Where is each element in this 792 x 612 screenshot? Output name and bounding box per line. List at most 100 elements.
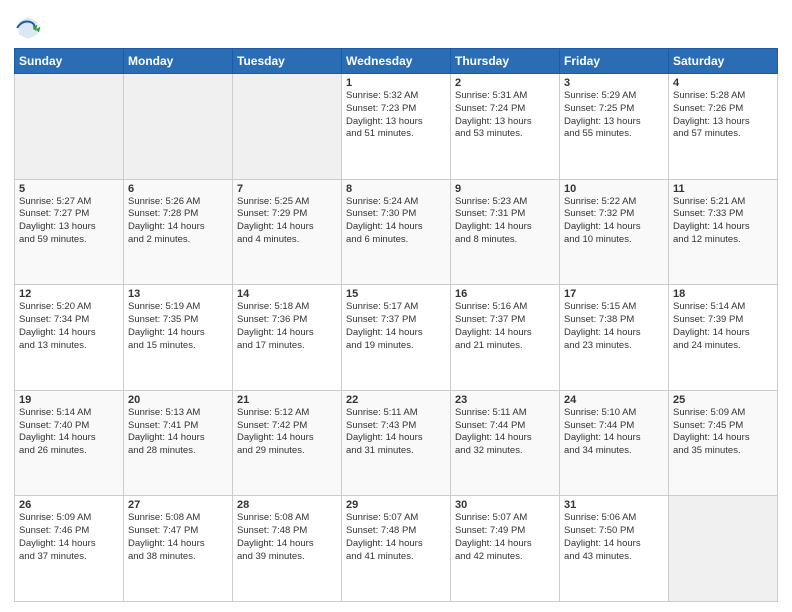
weekday-header-tuesday: Tuesday bbox=[233, 49, 342, 74]
day-info: Sunrise: 5:06 AM Sunset: 7:50 PM Dayligh… bbox=[564, 512, 664, 563]
day-info: Sunrise: 5:25 AM Sunset: 7:29 PM Dayligh… bbox=[237, 196, 337, 247]
day-number: 2 bbox=[455, 77, 555, 89]
calendar-cell: 8Sunrise: 5:24 AM Sunset: 7:30 PM Daylig… bbox=[342, 179, 451, 285]
day-info: Sunrise: 5:19 AM Sunset: 7:35 PM Dayligh… bbox=[128, 301, 228, 352]
day-info: Sunrise: 5:07 AM Sunset: 7:48 PM Dayligh… bbox=[346, 512, 446, 563]
calendar-cell: 13Sunrise: 5:19 AM Sunset: 7:35 PM Dayli… bbox=[124, 285, 233, 391]
day-number: 22 bbox=[346, 394, 446, 406]
day-info: Sunrise: 5:24 AM Sunset: 7:30 PM Dayligh… bbox=[346, 196, 446, 247]
day-number: 29 bbox=[346, 499, 446, 511]
day-info: Sunrise: 5:16 AM Sunset: 7:37 PM Dayligh… bbox=[455, 301, 555, 352]
weekday-header-friday: Friday bbox=[560, 49, 669, 74]
calendar-cell bbox=[124, 74, 233, 180]
day-info: Sunrise: 5:18 AM Sunset: 7:36 PM Dayligh… bbox=[237, 301, 337, 352]
day-number: 12 bbox=[19, 288, 119, 300]
day-info: Sunrise: 5:11 AM Sunset: 7:43 PM Dayligh… bbox=[346, 407, 446, 458]
day-number: 20 bbox=[128, 394, 228, 406]
calendar-cell: 31Sunrise: 5:06 AM Sunset: 7:50 PM Dayli… bbox=[560, 496, 669, 602]
weekday-header-row: SundayMondayTuesdayWednesdayThursdayFrid… bbox=[15, 49, 778, 74]
day-info: Sunrise: 5:28 AM Sunset: 7:26 PM Dayligh… bbox=[673, 90, 773, 141]
calendar-cell: 27Sunrise: 5:08 AM Sunset: 7:47 PM Dayli… bbox=[124, 496, 233, 602]
calendar-cell: 12Sunrise: 5:20 AM Sunset: 7:34 PM Dayli… bbox=[15, 285, 124, 391]
calendar-cell: 30Sunrise: 5:07 AM Sunset: 7:49 PM Dayli… bbox=[451, 496, 560, 602]
week-row-5: 26Sunrise: 5:09 AM Sunset: 7:46 PM Dayli… bbox=[15, 496, 778, 602]
day-number: 26 bbox=[19, 499, 119, 511]
day-number: 27 bbox=[128, 499, 228, 511]
calendar-cell: 3Sunrise: 5:29 AM Sunset: 7:25 PM Daylig… bbox=[560, 74, 669, 180]
day-info: Sunrise: 5:08 AM Sunset: 7:48 PM Dayligh… bbox=[237, 512, 337, 563]
calendar-cell: 9Sunrise: 5:23 AM Sunset: 7:31 PM Daylig… bbox=[451, 179, 560, 285]
day-info: Sunrise: 5:31 AM Sunset: 7:24 PM Dayligh… bbox=[455, 90, 555, 141]
day-number: 19 bbox=[19, 394, 119, 406]
calendar-cell: 11Sunrise: 5:21 AM Sunset: 7:33 PM Dayli… bbox=[669, 179, 778, 285]
logo-icon bbox=[14, 14, 42, 42]
day-info: Sunrise: 5:27 AM Sunset: 7:27 PM Dayligh… bbox=[19, 196, 119, 247]
day-info: Sunrise: 5:12 AM Sunset: 7:42 PM Dayligh… bbox=[237, 407, 337, 458]
calendar-cell: 18Sunrise: 5:14 AM Sunset: 7:39 PM Dayli… bbox=[669, 285, 778, 391]
day-number: 5 bbox=[19, 183, 119, 195]
day-number: 15 bbox=[346, 288, 446, 300]
day-number: 16 bbox=[455, 288, 555, 300]
calendar-cell: 7Sunrise: 5:25 AM Sunset: 7:29 PM Daylig… bbox=[233, 179, 342, 285]
calendar-cell: 15Sunrise: 5:17 AM Sunset: 7:37 PM Dayli… bbox=[342, 285, 451, 391]
calendar-cell: 1Sunrise: 5:32 AM Sunset: 7:23 PM Daylig… bbox=[342, 74, 451, 180]
day-info: Sunrise: 5:26 AM Sunset: 7:28 PM Dayligh… bbox=[128, 196, 228, 247]
day-info: Sunrise: 5:15 AM Sunset: 7:38 PM Dayligh… bbox=[564, 301, 664, 352]
day-number: 17 bbox=[564, 288, 664, 300]
day-number: 28 bbox=[237, 499, 337, 511]
day-number: 14 bbox=[237, 288, 337, 300]
day-number: 11 bbox=[673, 183, 773, 195]
calendar-cell bbox=[15, 74, 124, 180]
day-info: Sunrise: 5:13 AM Sunset: 7:41 PM Dayligh… bbox=[128, 407, 228, 458]
day-number: 8 bbox=[346, 183, 446, 195]
calendar-cell: 5Sunrise: 5:27 AM Sunset: 7:27 PM Daylig… bbox=[15, 179, 124, 285]
calendar-cell: 6Sunrise: 5:26 AM Sunset: 7:28 PM Daylig… bbox=[124, 179, 233, 285]
day-number: 25 bbox=[673, 394, 773, 406]
calendar-cell: 24Sunrise: 5:10 AM Sunset: 7:44 PM Dayli… bbox=[560, 390, 669, 496]
calendar-cell: 22Sunrise: 5:11 AM Sunset: 7:43 PM Dayli… bbox=[342, 390, 451, 496]
day-number: 21 bbox=[237, 394, 337, 406]
calendar-cell: 2Sunrise: 5:31 AM Sunset: 7:24 PM Daylig… bbox=[451, 74, 560, 180]
day-info: Sunrise: 5:14 AM Sunset: 7:40 PM Dayligh… bbox=[19, 407, 119, 458]
day-number: 9 bbox=[455, 183, 555, 195]
weekday-header-monday: Monday bbox=[124, 49, 233, 74]
day-number: 30 bbox=[455, 499, 555, 511]
calendar-cell: 19Sunrise: 5:14 AM Sunset: 7:40 PM Dayli… bbox=[15, 390, 124, 496]
logo bbox=[14, 14, 44, 42]
calendar-cell: 10Sunrise: 5:22 AM Sunset: 7:32 PM Dayli… bbox=[560, 179, 669, 285]
week-row-2: 5Sunrise: 5:27 AM Sunset: 7:27 PM Daylig… bbox=[15, 179, 778, 285]
day-number: 7 bbox=[237, 183, 337, 195]
day-info: Sunrise: 5:29 AM Sunset: 7:25 PM Dayligh… bbox=[564, 90, 664, 141]
weekday-header-wednesday: Wednesday bbox=[342, 49, 451, 74]
calendar-cell: 4Sunrise: 5:28 AM Sunset: 7:26 PM Daylig… bbox=[669, 74, 778, 180]
day-number: 6 bbox=[128, 183, 228, 195]
calendar-cell bbox=[233, 74, 342, 180]
weekday-header-thursday: Thursday bbox=[451, 49, 560, 74]
day-number: 3 bbox=[564, 77, 664, 89]
calendar-cell: 14Sunrise: 5:18 AM Sunset: 7:36 PM Dayli… bbox=[233, 285, 342, 391]
calendar-cell: 20Sunrise: 5:13 AM Sunset: 7:41 PM Dayli… bbox=[124, 390, 233, 496]
day-info: Sunrise: 5:20 AM Sunset: 7:34 PM Dayligh… bbox=[19, 301, 119, 352]
calendar-cell: 23Sunrise: 5:11 AM Sunset: 7:44 PM Dayli… bbox=[451, 390, 560, 496]
weekday-header-sunday: Sunday bbox=[15, 49, 124, 74]
day-info: Sunrise: 5:09 AM Sunset: 7:45 PM Dayligh… bbox=[673, 407, 773, 458]
day-info: Sunrise: 5:23 AM Sunset: 7:31 PM Dayligh… bbox=[455, 196, 555, 247]
week-row-1: 1Sunrise: 5:32 AM Sunset: 7:23 PM Daylig… bbox=[15, 74, 778, 180]
day-info: Sunrise: 5:21 AM Sunset: 7:33 PM Dayligh… bbox=[673, 196, 773, 247]
day-info: Sunrise: 5:08 AM Sunset: 7:47 PM Dayligh… bbox=[128, 512, 228, 563]
day-info: Sunrise: 5:10 AM Sunset: 7:44 PM Dayligh… bbox=[564, 407, 664, 458]
calendar-cell: 29Sunrise: 5:07 AM Sunset: 7:48 PM Dayli… bbox=[342, 496, 451, 602]
week-row-3: 12Sunrise: 5:20 AM Sunset: 7:34 PM Dayli… bbox=[15, 285, 778, 391]
day-number: 10 bbox=[564, 183, 664, 195]
calendar-cell: 16Sunrise: 5:16 AM Sunset: 7:37 PM Dayli… bbox=[451, 285, 560, 391]
day-number: 23 bbox=[455, 394, 555, 406]
calendar-cell: 17Sunrise: 5:15 AM Sunset: 7:38 PM Dayli… bbox=[560, 285, 669, 391]
calendar-table: SundayMondayTuesdayWednesdayThursdayFrid… bbox=[14, 48, 778, 602]
calendar-cell: 21Sunrise: 5:12 AM Sunset: 7:42 PM Dayli… bbox=[233, 390, 342, 496]
day-info: Sunrise: 5:11 AM Sunset: 7:44 PM Dayligh… bbox=[455, 407, 555, 458]
calendar-cell bbox=[669, 496, 778, 602]
day-info: Sunrise: 5:09 AM Sunset: 7:46 PM Dayligh… bbox=[19, 512, 119, 563]
day-info: Sunrise: 5:32 AM Sunset: 7:23 PM Dayligh… bbox=[346, 90, 446, 141]
header bbox=[14, 10, 778, 42]
week-row-4: 19Sunrise: 5:14 AM Sunset: 7:40 PM Dayli… bbox=[15, 390, 778, 496]
